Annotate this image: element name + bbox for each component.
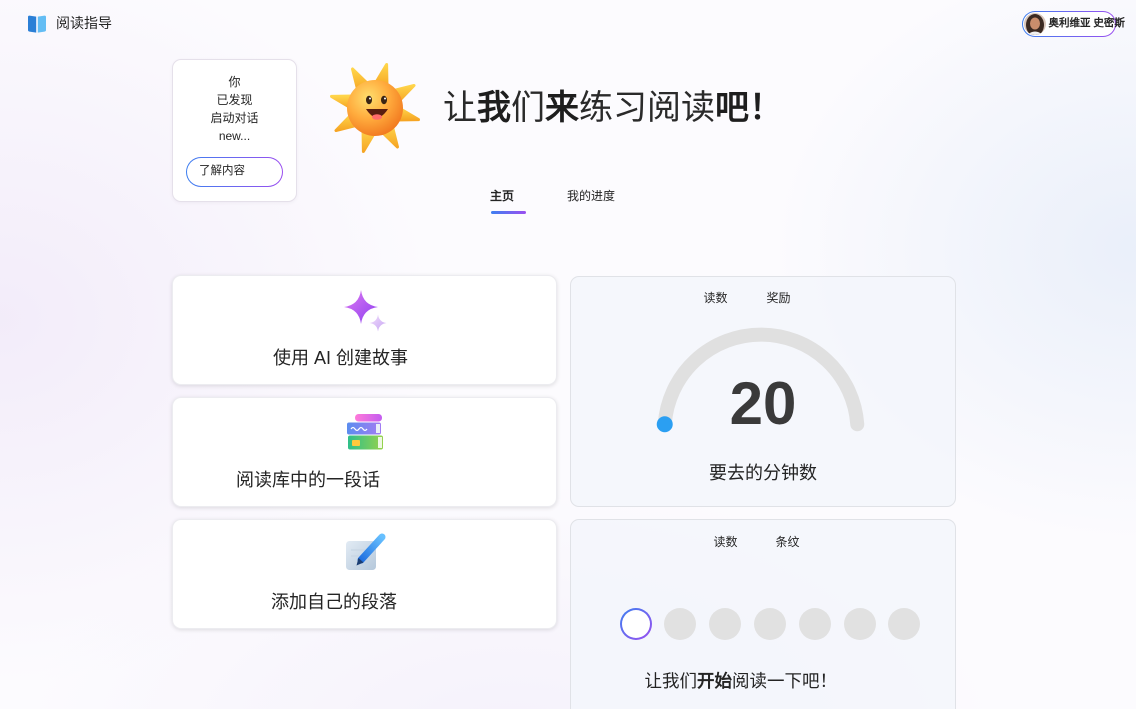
title-part: 让 [443,89,477,127]
discovery-line: 你 [228,74,241,89]
streak-day-circle [664,607,697,640]
reading-streak-card: 读数 条纹 让我们开始阅读一下吧！ [570,519,956,709]
app-title: 阅读指导 [56,15,112,31]
tab-streaks[interactable]: 条纹 [776,534,800,550]
streak-day-circle [709,607,742,640]
create-story-label: 使用 AI 创建故事 [273,348,409,368]
minutes-remaining-caption: 要去的分钟数 [709,462,817,483]
learn-more-button[interactable]: 了解内容 [186,157,283,187]
discovery-card: 你 已发现 启动对话 new... 了解内容 [172,59,297,202]
tab-reading-count[interactable]: 读数 [714,534,738,550]
add-own-passage-card[interactable]: 添加自己的段落 [172,519,557,629]
title-part: 我 [477,89,511,127]
add-own-passage-label: 添加自己的段落 [271,592,397,612]
title-part: 们 [511,89,545,127]
streak-day-circle [798,607,831,640]
books-icon [347,414,383,450]
tab-home[interactable]: 主页 [490,188,514,204]
create-story-card[interactable]: 使用 AI 创建故事 [172,275,557,385]
avatar [1024,12,1046,35]
title-part: 练习阅读 [579,89,715,127]
app-logo [27,14,47,34]
streak-day-circle [620,608,652,640]
tab-my-progress[interactable]: 我的进度 [567,188,615,204]
message-part: 开始 [697,670,732,691]
library-passage-card[interactable]: 阅读库中的一段话 [172,397,557,507]
sparkle-icon [344,290,387,332]
streak-days [620,607,921,640]
title-part: 吧！ [715,89,783,127]
streak-day-circle [843,607,876,640]
user-profile-button[interactable]: 奥利维亚 史密斯 [1022,11,1125,37]
tab-home-underline [491,211,526,214]
message-part: 让我们 [644,670,698,691]
sun-mascot-icon [330,62,422,158]
user-name: 奥利维亚 史密斯 [1048,17,1125,29]
streak-day-circle [888,607,921,640]
title-part: 来 [545,89,579,127]
minutes-remaining-value: 20 [729,370,797,437]
discovery-line: 启动对话 [210,110,259,125]
library-passage-label: 阅读库中的一段话 [236,470,380,490]
message-part: 阅读一下吧！ [732,670,837,691]
streak-message: 让我们开始阅读一下吧！ [645,670,838,692]
reading-goal-card: 读数 奖励 20 要去的分钟数 [570,276,956,507]
notepad-pen-icon [346,533,386,570]
discovery-line: new... [218,128,251,143]
book-icon [28,15,46,33]
page-title: 让我们来练习阅读吧！ [443,88,783,128]
streak-day-circle [753,607,786,640]
discovery-line: 已发现 [216,92,253,107]
